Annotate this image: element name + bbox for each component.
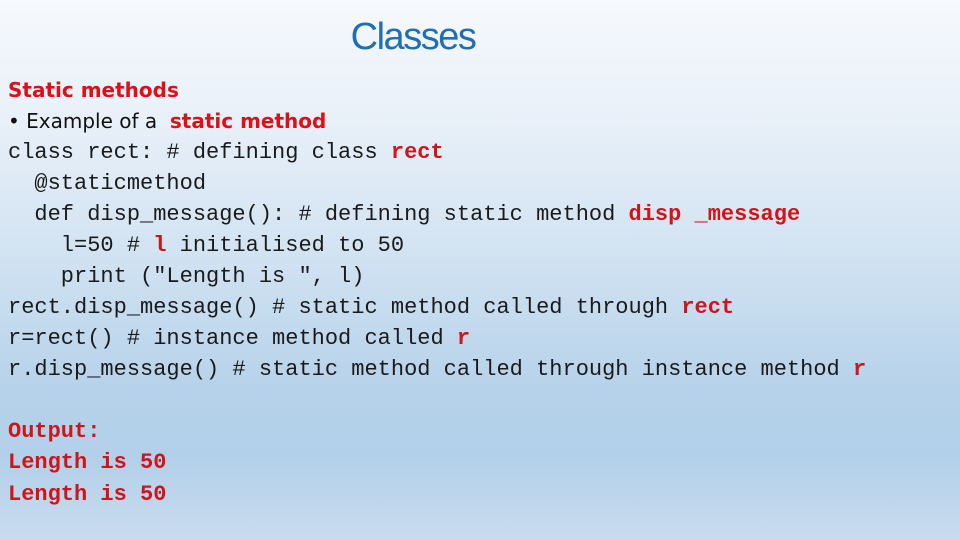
code-line: def disp_message(): # defining static me… — [8, 199, 800, 230]
code-highlight: r — [852, 357, 867, 382]
slide-title: Classes — [350, 16, 477, 58]
output-label: Output: — [8, 419, 101, 444]
code-highlight: rect — [681, 295, 735, 320]
code-text: l=50 # — [8, 233, 154, 258]
code-text: def disp_message(): # defining static me… — [8, 202, 629, 227]
code-text: @staticmethod — [8, 171, 207, 196]
code-text: print ("Length is ", l) — [8, 264, 365, 289]
code-line: r=rect() # instance method called r — [8, 323, 470, 354]
code-line: l=50 # l initialised to 50 — [8, 230, 404, 261]
code-text: initialised to 50 — [166, 233, 405, 258]
section-heading: Static methods — [8, 78, 179, 102]
code-highlight: r — [456, 326, 471, 351]
bullet-text: Example of a — [19, 109, 170, 133]
bullet-marker: • — [8, 109, 20, 133]
code-line: r.disp_message() # static method called … — [8, 354, 866, 385]
code-line: print ("Length is ", l) — [8, 261, 365, 292]
code-highlight: rect — [390, 140, 444, 165]
code-text: r.disp_message() # static method called … — [8, 357, 853, 382]
code-line: rect.disp_message() # static method call… — [8, 292, 734, 323]
output-line: Length is 50 — [8, 450, 167, 475]
code-line: class rect: # defining class rect — [8, 137, 444, 168]
code-line: @staticmethod — [8, 168, 206, 199]
code-text: r=rect() # instance method called — [8, 326, 457, 351]
code-text: rect.disp_message() # static method call… — [8, 295, 682, 320]
code-highlight: l — [153, 233, 167, 258]
code-highlight: disp _message — [628, 202, 801, 227]
code-text: class rect: # defining class — [8, 140, 391, 165]
output-line: Length is 50 — [8, 482, 167, 507]
bullet-item: • Example of a static method — [8, 106, 326, 137]
bullet-highlight: static method — [169, 109, 327, 133]
